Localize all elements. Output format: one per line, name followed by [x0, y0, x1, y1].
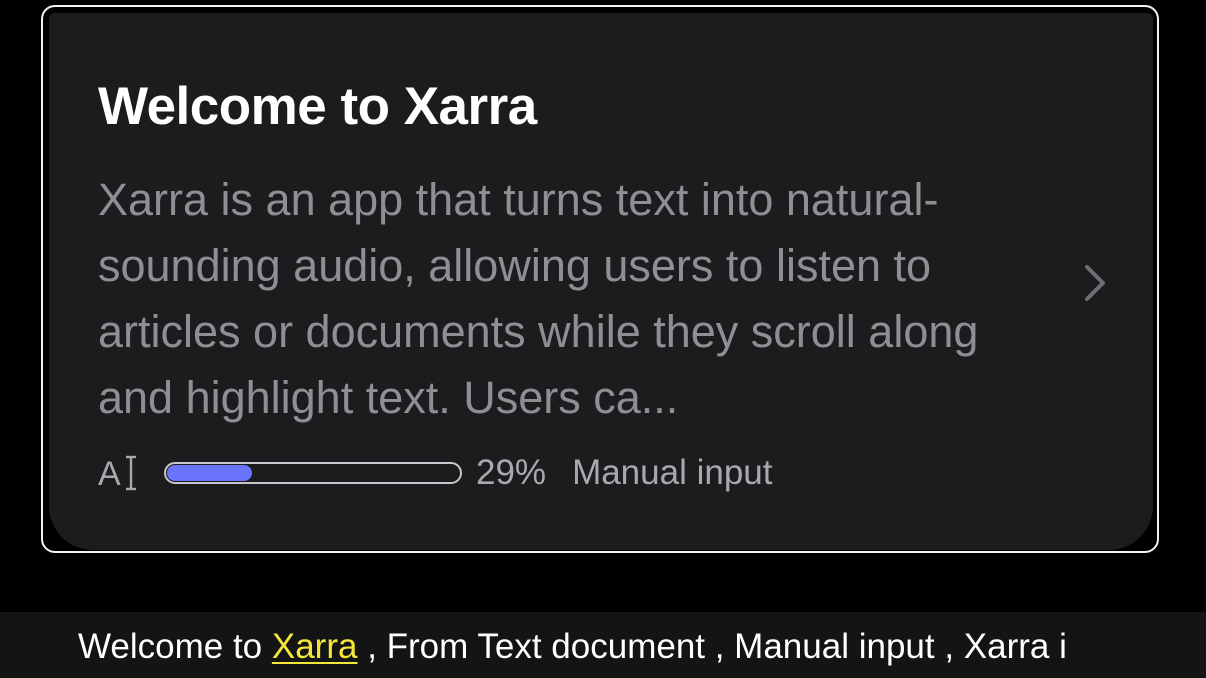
card-description: Xarra is an app that turns text into nat… [98, 174, 979, 423]
caption-suffix: , From Text document , Manual input , Xa… [357, 627, 1067, 666]
progress-fill [167, 465, 252, 481]
caption-text: Welcome to Xarra , From Text document , … [78, 625, 1067, 669]
card-meta-row: A 29% Manual input [98, 449, 772, 497]
screen: Welcome to Xarra Xarra is an app that tu… [0, 0, 1206, 678]
text-cursor-icon: A [98, 455, 136, 493]
accessibility-caption-bar: Welcome to Xarra , From Text document , … [0, 612, 1206, 678]
card-title: Welcome to Xarra [98, 77, 537, 136]
source-label: Manual input [572, 453, 773, 492]
svg-text:A: A [98, 455, 121, 493]
caption-prefix: Welcome to [78, 627, 272, 666]
progress-percent-label: 29% [476, 453, 547, 492]
caption-highlighted-word: Xarra [271, 627, 358, 666]
listening-progress-bar [164, 462, 462, 484]
chevron-right-icon[interactable] [1076, 261, 1114, 305]
document-card[interactable]: Welcome to Xarra Xarra is an app that tu… [49, 13, 1153, 550]
